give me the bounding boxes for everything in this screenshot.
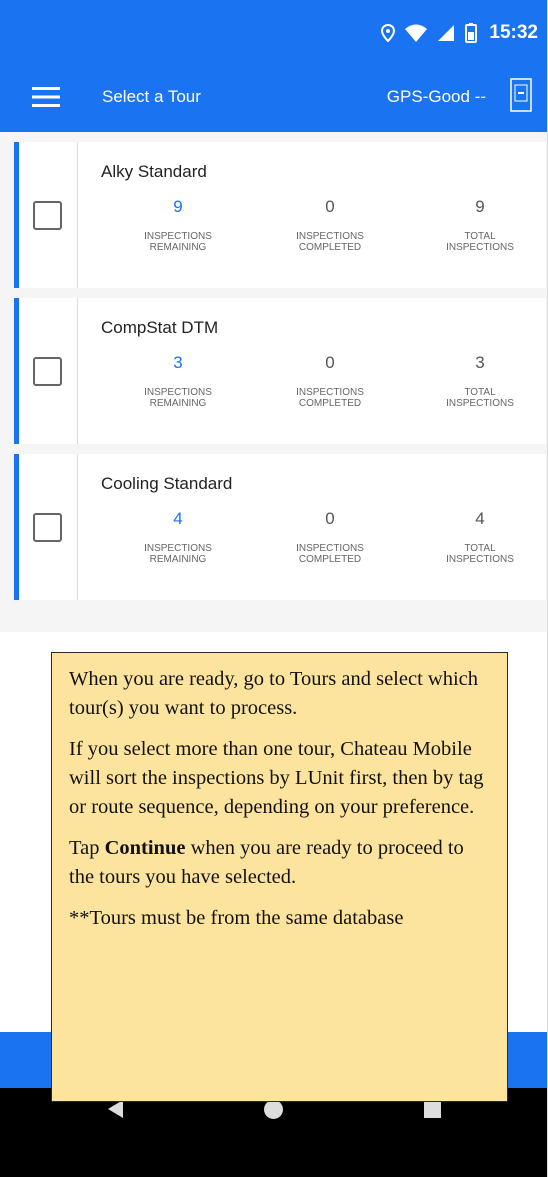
tour-name: Alky Standard bbox=[101, 162, 207, 181]
app-bar: Select a Tour GPS-Good -- bbox=[0, 62, 547, 132]
tour-checkbox[interactable] bbox=[33, 513, 62, 542]
inspections-remaining-label: INSPECTIONS REMAINING bbox=[144, 387, 212, 409]
menu-icon[interactable] bbox=[32, 86, 60, 108]
inspections-completed-label: INSPECTIONS COMPLETED bbox=[296, 543, 364, 565]
battery-icon bbox=[465, 23, 478, 43]
row-divider bbox=[77, 454, 78, 600]
screen: 15:32 Select a Tour GPS-Good -- Alky Sta… bbox=[0, 0, 548, 1177]
total-inspections-value: 9 bbox=[475, 197, 485, 216]
gps-status: GPS-Good -- bbox=[386, 87, 486, 106]
inspections-remaining-value: 3 bbox=[173, 353, 183, 372]
location-icon bbox=[381, 24, 396, 42]
tip-text: Tap bbox=[69, 837, 105, 859]
tour-checkbox[interactable] bbox=[33, 357, 62, 386]
total-inspections: 3 TOTAL INSPECTIONS bbox=[415, 353, 545, 409]
total-inspections-label: TOTAL INSPECTIONS bbox=[446, 231, 514, 253]
tour-row-cooling-standard[interactable]: Cooling Standard 4 INSPECTIONS REMAINING… bbox=[14, 454, 546, 600]
inspections-completed: 0 INSPECTIONS COMPLETED bbox=[265, 197, 395, 253]
tip-paragraph: Tap Continue when you are ready to proce… bbox=[69, 834, 491, 892]
total-inspections: 4 TOTAL INSPECTIONS bbox=[415, 509, 545, 565]
tour-name: Cooling Standard bbox=[101, 474, 233, 493]
inspections-remaining: 4 INSPECTIONS REMAINING bbox=[113, 509, 243, 565]
tip-paragraph: **Tours must be from the same database bbox=[69, 907, 404, 929]
tour-row-alky-standard[interactable]: Alky Standard 9 INSPECTIONS REMAINING 0 … bbox=[14, 142, 546, 288]
inspections-completed: 0 INSPECTIONS COMPLETED bbox=[265, 509, 395, 565]
home-icon[interactable] bbox=[264, 1100, 283, 1119]
status-bar: 15:32 bbox=[0, 0, 547, 62]
inspections-completed-value: 0 bbox=[325, 197, 335, 216]
total-inspections: 9 TOTAL INSPECTIONS bbox=[415, 197, 545, 253]
total-inspections-value: 4 bbox=[475, 509, 485, 528]
total-inspections-value: 3 bbox=[475, 353, 485, 372]
page-title: Select a Tour bbox=[102, 87, 201, 106]
total-inspections-label: TOTAL INSPECTIONS bbox=[446, 387, 514, 409]
tour-list: Alky Standard 9 INSPECTIONS REMAINING 0 … bbox=[0, 132, 547, 632]
wifi-icon bbox=[405, 24, 428, 42]
tip-paragraph: When you are ready, go to Tours and sele… bbox=[69, 668, 478, 719]
row-divider bbox=[77, 298, 78, 444]
row-divider bbox=[77, 142, 78, 288]
inspections-completed-label: INSPECTIONS COMPLETED bbox=[296, 231, 364, 253]
inspections-remaining-value: 9 bbox=[173, 197, 183, 216]
tour-name: CompStat DTM bbox=[101, 318, 219, 337]
recents-icon[interactable] bbox=[424, 1101, 441, 1118]
inspections-completed: 0 INSPECTIONS COMPLETED bbox=[265, 353, 395, 409]
inspections-remaining-label: INSPECTIONS REMAINING bbox=[144, 543, 212, 565]
inspections-completed-value: 0 bbox=[325, 353, 335, 372]
inspections-completed-label: INSPECTIONS COMPLETED bbox=[296, 387, 364, 409]
back-icon[interactable] bbox=[108, 1100, 123, 1118]
total-inspections-label: TOTAL INSPECTIONS bbox=[446, 543, 514, 565]
help-tooltip: When you are ready, go to Tours and sele… bbox=[51, 652, 508, 1102]
tip-paragraph: If you select more than one tour, Chatea… bbox=[69, 738, 484, 818]
gps-device-icon[interactable] bbox=[510, 78, 532, 112]
inspections-remaining-value: 4 bbox=[173, 509, 183, 528]
inspections-remaining: 9 INSPECTIONS REMAINING bbox=[113, 197, 243, 253]
inspections-remaining: 3 INSPECTIONS REMAINING bbox=[113, 353, 243, 409]
tour-checkbox[interactable] bbox=[33, 201, 62, 230]
inspections-completed-value: 0 bbox=[325, 509, 335, 528]
status-time: 15:32 bbox=[489, 22, 538, 43]
tip-continue-keyword: Continue bbox=[104, 837, 186, 859]
status-icons: 15:32 bbox=[381, 20, 538, 46]
inspections-remaining-label: INSPECTIONS REMAINING bbox=[144, 231, 212, 253]
signal-icon bbox=[438, 25, 455, 41]
tour-row-compstat-dtm[interactable]: CompStat DTM 3 INSPECTIONS REMAINING 0 I… bbox=[14, 298, 546, 444]
